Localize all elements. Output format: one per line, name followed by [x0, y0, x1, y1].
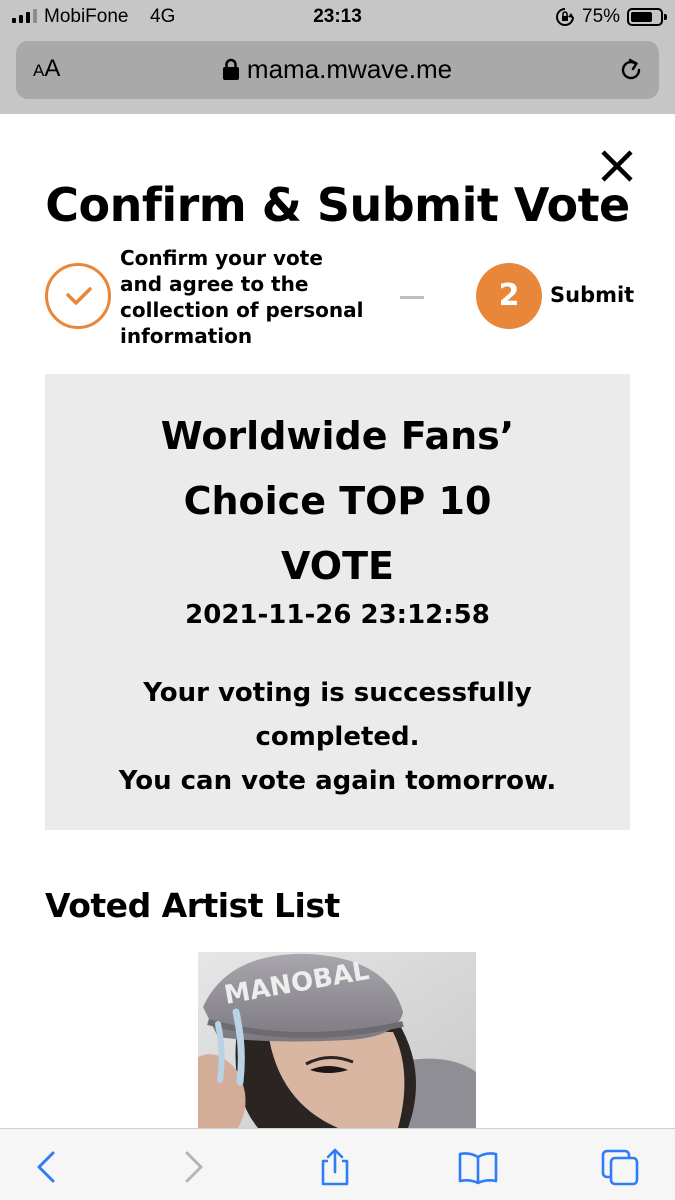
back-icon[interactable] — [28, 1147, 68, 1187]
share-icon[interactable] — [315, 1147, 355, 1187]
battery-percent: 75% — [582, 6, 621, 27]
browser-toolbar — [0, 1128, 675, 1200]
progress-steps: Confirm your vote and agree to the colle… — [0, 240, 675, 350]
page-title: Confirm & Submit Vote — [45, 178, 630, 232]
step-1-label-line: information — [120, 324, 253, 348]
browser-chrome: MobiFone 4G 23:13 75% AA mama.mwave.me — [0, 0, 675, 114]
voted-artist-heading: Voted Artist List — [45, 886, 340, 925]
url-field[interactable]: mama.mwave.me — [16, 54, 659, 85]
vote-timestamp: 2021-11-26 23:12:58 — [185, 600, 490, 630]
step-connector — [400, 296, 424, 299]
status-bar: MobiFone 4G 23:13 75% — [0, 0, 675, 34]
vote-title: Worldwide Fans’ Choice TOP 10 VOTE — [45, 404, 630, 599]
forward-icon[interactable] — [172, 1147, 212, 1187]
reload-icon[interactable] — [617, 56, 645, 84]
step-2-indicator: 2 — [476, 263, 542, 329]
vote-success-message: Your voting is successfully completed. Y… — [45, 671, 630, 803]
vote-title-line: VOTE — [281, 544, 394, 588]
battery-fill — [631, 12, 652, 22]
checkmark-icon — [66, 287, 92, 305]
bookmarks-icon[interactable] — [458, 1147, 498, 1187]
battery-icon — [627, 8, 663, 26]
step-2-label: Submit — [550, 283, 635, 307]
lock-icon — [222, 58, 239, 80]
step-1-label-line: and agree to the — [120, 272, 309, 296]
vote-title-line: Worldwide Fans’ — [160, 414, 515, 458]
artist-photo: MANOBAL — [198, 952, 476, 1128]
artist-photo-illustration: MANOBAL — [198, 952, 476, 1128]
vote-result-box: Worldwide Fans’ Choice TOP 10 VOTE 2021-… — [45, 374, 630, 830]
url-text: mama.mwave.me — [246, 54, 453, 84]
step-1-indicator — [45, 263, 111, 329]
tabs-icon[interactable] — [600, 1147, 640, 1187]
vote-title-line: Choice TOP 10 — [183, 479, 492, 523]
message-line: completed. — [255, 722, 420, 752]
step-1-label: Confirm your vote and agree to the colle… — [120, 245, 380, 349]
message-line: You can vote again tomorrow. — [118, 766, 557, 796]
message-line: Your voting is successfully — [143, 678, 532, 708]
step-1-label-line: Confirm your vote — [120, 246, 323, 270]
address-bar[interactable]: AA mama.mwave.me — [16, 41, 659, 99]
rotation-lock-icon — [556, 8, 574, 26]
battery-nub — [664, 14, 667, 20]
step-1-label-line: collection of personal — [120, 298, 364, 322]
